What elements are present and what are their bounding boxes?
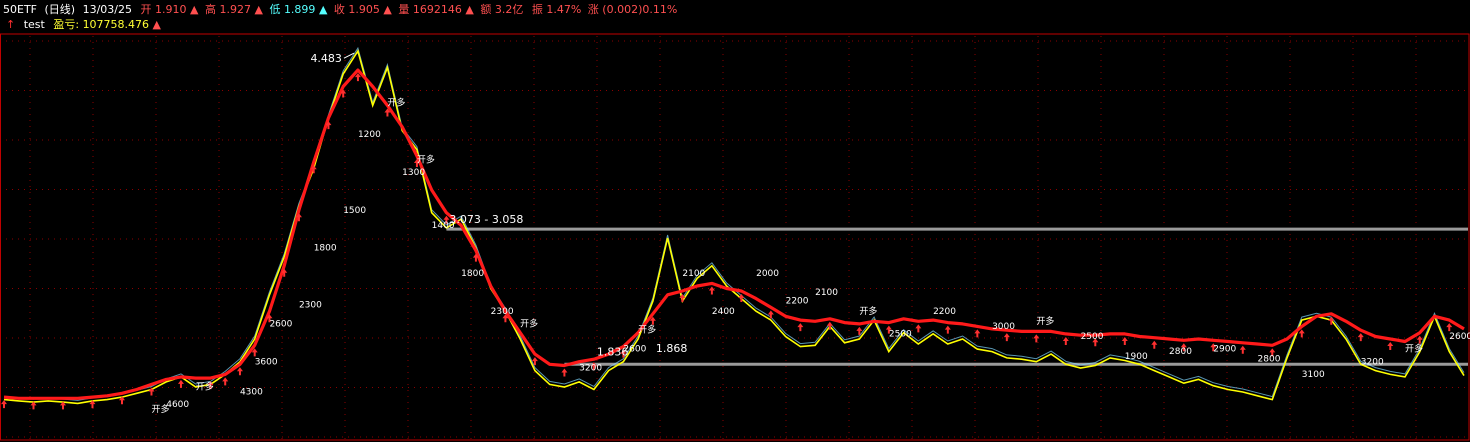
price-line xyxy=(3,49,1465,405)
close-arrow-icon: ▲ xyxy=(383,3,392,16)
price-high-line xyxy=(3,46,1465,401)
trade-label: 3000 xyxy=(992,322,1015,332)
amplitude-value: 1.47% xyxy=(546,3,581,16)
volume-label: 量 xyxy=(398,3,409,16)
buy-arrow-icon xyxy=(1239,345,1246,354)
change-label: 涨 xyxy=(588,3,599,16)
indicator-name: test xyxy=(24,18,46,31)
trade-label: 3200 xyxy=(579,364,602,374)
low-arrow-icon: ▲ xyxy=(319,3,328,16)
high-arrow-icon: ▲ xyxy=(254,3,263,16)
change-value: (0.002)0.11% xyxy=(602,3,677,16)
annotation-label: 3.073 - 3.058 xyxy=(449,213,523,226)
open-value: 1.910 xyxy=(155,3,187,16)
trade-label: 2000 xyxy=(756,269,779,279)
buy-arrow-icon xyxy=(797,323,804,332)
trade-label: 1200 xyxy=(358,130,381,140)
open-label: 开 xyxy=(141,3,152,16)
trade-label: 2800 xyxy=(1258,355,1281,365)
trade-label: 开多 xyxy=(417,153,435,165)
trade-label: 4300 xyxy=(240,388,263,398)
buy-arrow-icon xyxy=(1446,323,1453,332)
trade-label: 3200 xyxy=(1361,357,1384,367)
buy-arrow-icon xyxy=(915,324,922,333)
trade-label: 2300 xyxy=(299,300,322,310)
pnl-label: 盈亏: xyxy=(53,18,79,31)
trade-label: 1800 xyxy=(461,269,484,279)
buy-arrow-icon xyxy=(1,400,7,409)
amplitude-label: 振 xyxy=(532,2,543,16)
trade-label: 开多 xyxy=(1036,315,1054,327)
close-value: 1.905 xyxy=(348,3,380,16)
trade-label: 1900 xyxy=(1125,352,1148,362)
buy-arrow-icon xyxy=(1062,336,1069,345)
buy-arrow-icon xyxy=(561,368,568,377)
price-series xyxy=(3,46,1465,405)
trade-label: 2200 xyxy=(933,307,956,317)
price-chart: 开多 4600 开多 4300 3600 2600 2300 1800 1500 1200 开多 13… xyxy=(0,2,1470,441)
trade-label: 2300 xyxy=(491,307,514,317)
chart-grid xyxy=(0,33,1470,441)
open-arrow-icon: ▲ xyxy=(190,3,199,16)
trade-label: 2500 xyxy=(889,329,912,339)
buy-arrow-icon xyxy=(1357,333,1364,342)
trade-label: 开多 xyxy=(196,381,214,393)
buy-arrow-icon xyxy=(944,325,951,334)
buy-arrow-icon xyxy=(1151,340,1158,349)
trade-label: 2900 xyxy=(1213,345,1236,355)
buy-arrow-icon xyxy=(1387,342,1394,350)
pnl-value: 107758.476 xyxy=(83,18,149,31)
buy-arrow-icon xyxy=(177,379,184,388)
support-resistance-lines xyxy=(446,227,1468,366)
amount-value: 3.2亿 xyxy=(495,3,524,16)
trade-label: 3600 xyxy=(255,357,278,367)
trade-label: 开多 xyxy=(520,317,538,329)
volume-value: 1692146 xyxy=(413,3,462,16)
trade-label: 2800 xyxy=(1169,347,1192,357)
trade-label: 2500 xyxy=(1081,332,1104,342)
buy-signal-markers xyxy=(1,73,1453,410)
trade-label: 2600 xyxy=(269,319,292,329)
volume-arrow-icon: ▲ xyxy=(465,3,474,16)
annotation-label: 1.836 xyxy=(597,346,629,359)
low-label: 低 xyxy=(269,3,280,16)
indicator-arrow-icon: ↑ xyxy=(6,18,15,31)
trade-labels: 开多 4600 开多 4300 3600 2600 2300 1800 1500 1200 开多 13… xyxy=(151,96,1470,415)
trade-label: 2100 xyxy=(682,269,705,279)
trade-label: 2600 xyxy=(1449,332,1470,342)
trade-label: 开多 xyxy=(859,305,877,317)
close-label: 收 xyxy=(334,2,345,16)
chart-border xyxy=(0,33,1470,441)
trade-label: 2400 xyxy=(712,307,735,317)
buy-arrow-icon xyxy=(1003,333,1010,342)
buy-arrow-icon xyxy=(236,367,243,376)
low-value: 1.899 xyxy=(284,3,316,16)
period: (日线) xyxy=(45,2,76,16)
trade-label: 1500 xyxy=(343,206,366,216)
trade-label: 4600 xyxy=(166,400,189,410)
annotation-label: 1.868 xyxy=(656,342,688,355)
high-label: 高 xyxy=(205,2,216,16)
trade-label: 1800 xyxy=(314,244,337,254)
symbol: 50ETF xyxy=(3,3,37,16)
pnl-arrow-icon: ▲ xyxy=(153,18,162,31)
trade-label: 开多 xyxy=(1405,343,1423,355)
trade-label: 开多 xyxy=(387,96,405,108)
buy-arrow-icon xyxy=(222,377,229,386)
high-value: 1.927 xyxy=(219,3,251,16)
date: 13/03/25 xyxy=(83,3,132,16)
amount-label: 额 xyxy=(480,3,491,16)
trade-label: 2100 xyxy=(815,288,838,298)
trade-label: 3100 xyxy=(1302,370,1325,380)
buy-arrow-icon xyxy=(1298,329,1305,338)
trade-label: 2200 xyxy=(786,297,809,307)
buy-arrow-icon xyxy=(767,310,774,319)
header-line-1: 50ETF (日线) 13/03/25 开 1.910 ▲ 高 1.927 ▲ … xyxy=(3,2,677,16)
annotation-label: 4.483 xyxy=(310,52,342,65)
header-line-2: ↑ test 盈亏: 107758.476 ▲ xyxy=(6,18,162,31)
buy-arrow-icon xyxy=(1033,334,1040,343)
buy-arrow-icon xyxy=(708,286,715,295)
trade-label: 开多 xyxy=(638,324,656,336)
trade-label: 1300 xyxy=(402,168,425,178)
